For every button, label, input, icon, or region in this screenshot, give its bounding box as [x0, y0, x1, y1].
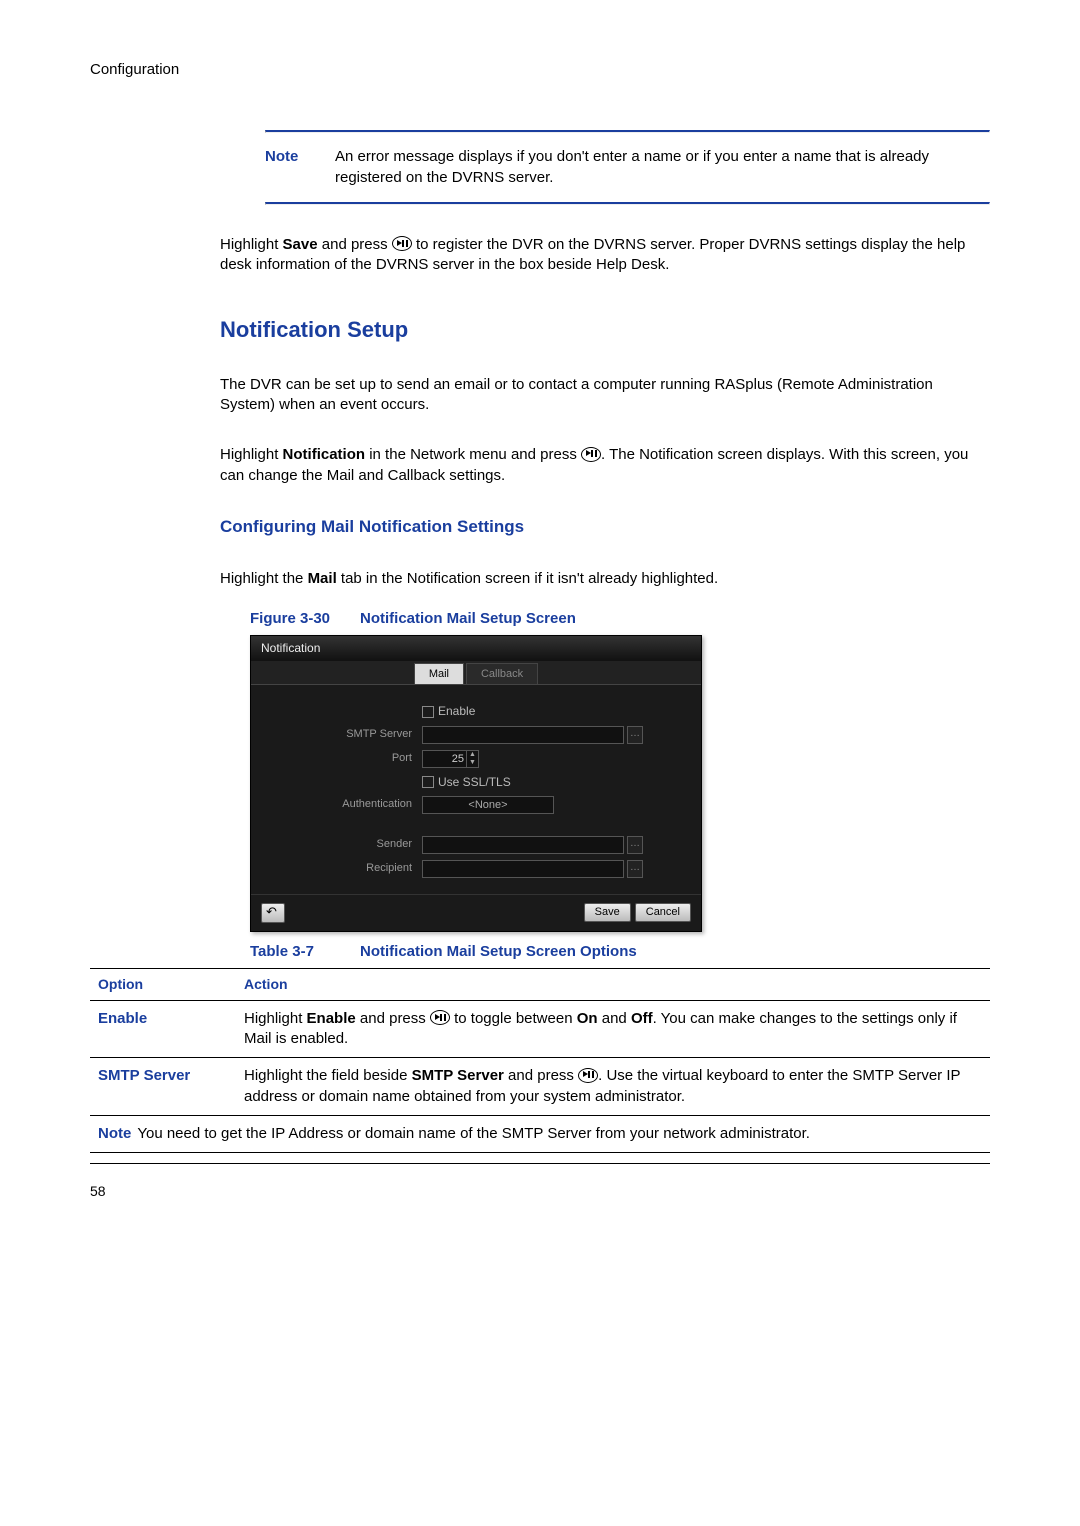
paragraph-intro: The DVR can be set up to send an email o… [220, 375, 990, 416]
paragraph-notification: Highlight Notification in the Network me… [220, 445, 990, 486]
port-spin-down-icon[interactable]: ▼ [466, 759, 478, 767]
auth-label: Authentication [267, 797, 422, 812]
back-button[interactable] [261, 903, 285, 923]
ssl-checkbox[interactable] [422, 776, 434, 788]
play-pause-icon [578, 1068, 598, 1083]
sender-input[interactable] [422, 836, 624, 854]
note-block: Note An error message displays if you do… [265, 130, 990, 205]
play-pause-icon [581, 447, 601, 462]
play-pause-icon [430, 1010, 450, 1025]
smtp-input[interactable] [422, 726, 624, 744]
smtp-label: SMTP Server [267, 727, 422, 742]
recipient-input[interactable] [422, 860, 624, 878]
auth-button[interactable]: <None> [422, 796, 554, 814]
enable-checkbox[interactable] [422, 706, 434, 718]
options-table: Option Action Enable Highlight Enable an… [90, 968, 990, 1153]
port-label: Port [267, 751, 422, 766]
tab-callback[interactable]: Callback [466, 663, 538, 685]
table-row-enable: Enable Highlight Enable and press to tog… [90, 1000, 990, 1058]
row-action-enable: Highlight Enable and press to toggle bet… [236, 1000, 990, 1058]
notification-screenshot: Notification Mail Callback Enable SMTP S… [250, 635, 702, 931]
note-rule-bottom [265, 202, 990, 205]
row-action-smtp: Highlight the field beside SMTP Server a… [236, 1058, 990, 1116]
page-header: Configuration [90, 60, 990, 80]
subsection-title: Configuring Mail Notification Settings [220, 516, 990, 539]
th-action: Action [236, 969, 990, 1001]
tab-bar: Mail Callback [251, 661, 701, 686]
recipient-label: Recipient [267, 861, 422, 876]
enable-label: Enable [438, 703, 475, 719]
th-option: Option [90, 969, 236, 1001]
play-pause-icon [392, 236, 412, 251]
port-input[interactable]: 25▲▼ [422, 750, 479, 768]
table-row-smtp: SMTP Server Highlight the field beside S… [90, 1058, 990, 1116]
recipient-ellipsis-button[interactable]: … [627, 860, 643, 878]
table-caption: Table 3-7Notification Mail Setup Screen … [250, 942, 990, 962]
note-text: An error message displays if you don't e… [335, 147, 990, 188]
ssl-label: Use SSL/TLS [438, 774, 511, 790]
row-note: NoteYou need to get the IP Address or do… [90, 1115, 990, 1152]
sender-label: Sender [267, 837, 422, 852]
footer-rule [90, 1163, 990, 1164]
row-label-enable: Enable [90, 1000, 236, 1058]
section-title: Notification Setup [220, 315, 990, 345]
paragraph-mailtab: Highlight the Mail tab in the Notificati… [220, 569, 990, 589]
note-label: Note [265, 147, 335, 188]
window-title: Notification [251, 636, 701, 660]
figure-caption: Figure 3-30Notification Mail Setup Scree… [250, 609, 990, 629]
table-row-note: NoteYou need to get the IP Address or do… [90, 1115, 990, 1152]
smtp-ellipsis-button[interactable]: … [627, 726, 643, 744]
page-number: 58 [90, 1182, 990, 1201]
cancel-button[interactable]: Cancel [635, 903, 691, 922]
sender-ellipsis-button[interactable]: … [627, 836, 643, 854]
tab-mail[interactable]: Mail [414, 663, 464, 685]
port-spin-up-icon[interactable]: ▲ [466, 751, 478, 759]
paragraph-save: Highlight Save and press to register the… [220, 235, 990, 276]
save-button[interactable]: Save [584, 903, 631, 922]
row-label-smtp: SMTP Server [90, 1058, 236, 1116]
